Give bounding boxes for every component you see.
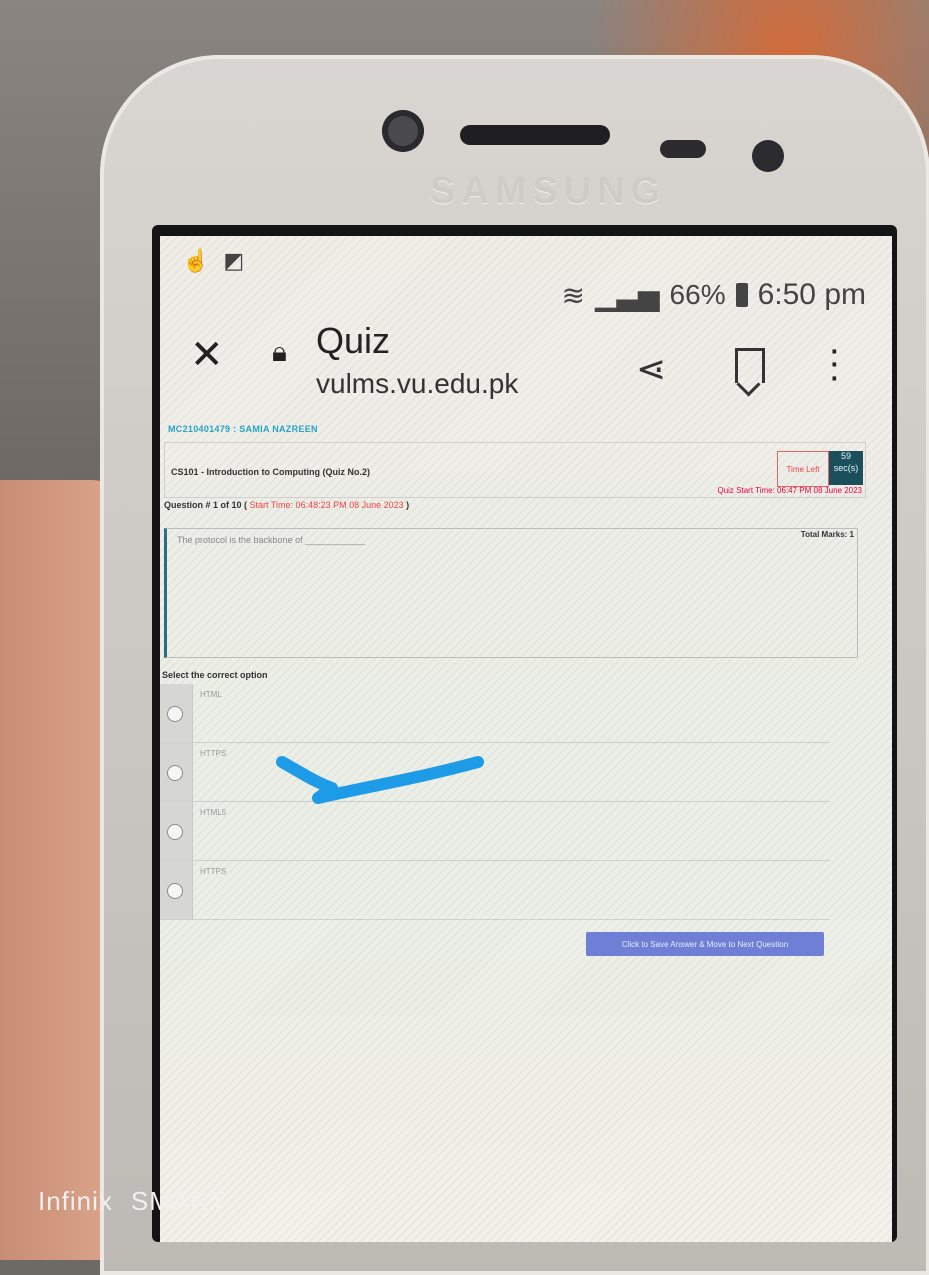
proximity-sensor — [660, 140, 706, 158]
front-sensor — [752, 140, 784, 172]
share-icon[interactable]: ⋖ — [636, 348, 666, 390]
save-next-button[interactable]: Click to Save Answer & Move to Next Ques… — [586, 932, 824, 956]
radio-button[interactable] — [167, 883, 183, 899]
seconds-unit: sec(s) — [833, 462, 859, 473]
time-left-counter: 59 sec(s) — [829, 451, 863, 485]
option-label: HTTPS — [200, 749, 227, 758]
quiz-start-time: Quiz Start Time: 06:47 PM 08 June 2023 — [717, 486, 862, 495]
option-1[interactable]: HTML — [160, 684, 830, 743]
watermark-brand: Infinix — [38, 1186, 113, 1216]
phone-screen: ☝ ◩ ≋ ▁▃▅ 66% 6:50 pm ✕ 🔒︎ Quiz vulms.vu… — [160, 236, 892, 1242]
question-number: Question # 1 of 10 ( — [164, 500, 248, 510]
select-option-label: Select the correct option — [162, 670, 268, 680]
seconds-value: 59 — [840, 451, 851, 461]
time-left-label: Time Left — [777, 451, 829, 487]
menu-icon[interactable]: · · · — [828, 331, 841, 395]
browser-toolbar: ✕ 🔒︎ Quiz vulms.vu.edu.pk ⋖ · · · — [160, 318, 892, 408]
page-url: vulms.vu.edu.pk — [316, 368, 519, 399]
option-label: HTML5 — [200, 808, 227, 817]
camera-watermark: Infinix SMART — [38, 1186, 226, 1217]
bookmark-icon[interactable] — [735, 348, 765, 383]
touch-icon: ☝ — [182, 248, 210, 273]
status-bar-right: ≋ ▁▃▅ 66% 6:50 pm — [561, 278, 866, 312]
course-title: CS101 - Introduction to Computing (Quiz … — [171, 467, 370, 477]
radio-cell — [160, 684, 193, 742]
radio-button[interactable] — [167, 765, 183, 781]
student-info: MC210401479 : SAMIA NAZREEN — [168, 424, 318, 434]
total-marks: Total Marks: 1 — [800, 530, 854, 539]
radio-cell — [160, 743, 193, 801]
close-icon[interactable]: ✕ — [190, 332, 224, 378]
radio-button[interactable] — [167, 706, 183, 722]
question-header: Question # 1 of 10 ( Start Time: 06:48:2… — [164, 500, 409, 510]
question-box: The protocol is the backbone of ________… — [164, 528, 858, 658]
option-4[interactable]: HTTPS — [160, 861, 830, 920]
option-label: HTTPS — [200, 867, 227, 876]
question-text: The protocol is the backbone of ________… — [177, 535, 366, 545]
battery-percent: 66% — [669, 279, 726, 310]
earpiece-speaker — [460, 125, 610, 145]
status-bar-left: ☝ ◩ — [182, 248, 244, 274]
radio-button[interactable] — [167, 824, 183, 840]
radio-cell — [160, 861, 193, 919]
battery-icon — [735, 283, 748, 307]
option-label: HTML — [200, 690, 222, 699]
question-start-time: Start Time: 06:48:23 PM 08 June 2023 — [249, 500, 404, 510]
question-close: ) — [406, 500, 410, 510]
flipboard-icon: ◩ — [223, 248, 245, 273]
front-camera — [382, 110, 424, 152]
radio-cell — [160, 802, 193, 860]
page-title: Quiz — [316, 320, 391, 361]
watermark-model: SMART — [130, 1186, 227, 1216]
signal-icon: ▁▃▅ — [594, 279, 660, 311]
device-brand: SAMSUNG — [430, 170, 667, 212]
lock-icon: 🔒︎ — [272, 336, 287, 367]
clock: 6:50 pm — [757, 278, 866, 311]
wifi-icon: ≋ — [561, 279, 585, 311]
blue-scribble-mark — [276, 756, 484, 804]
